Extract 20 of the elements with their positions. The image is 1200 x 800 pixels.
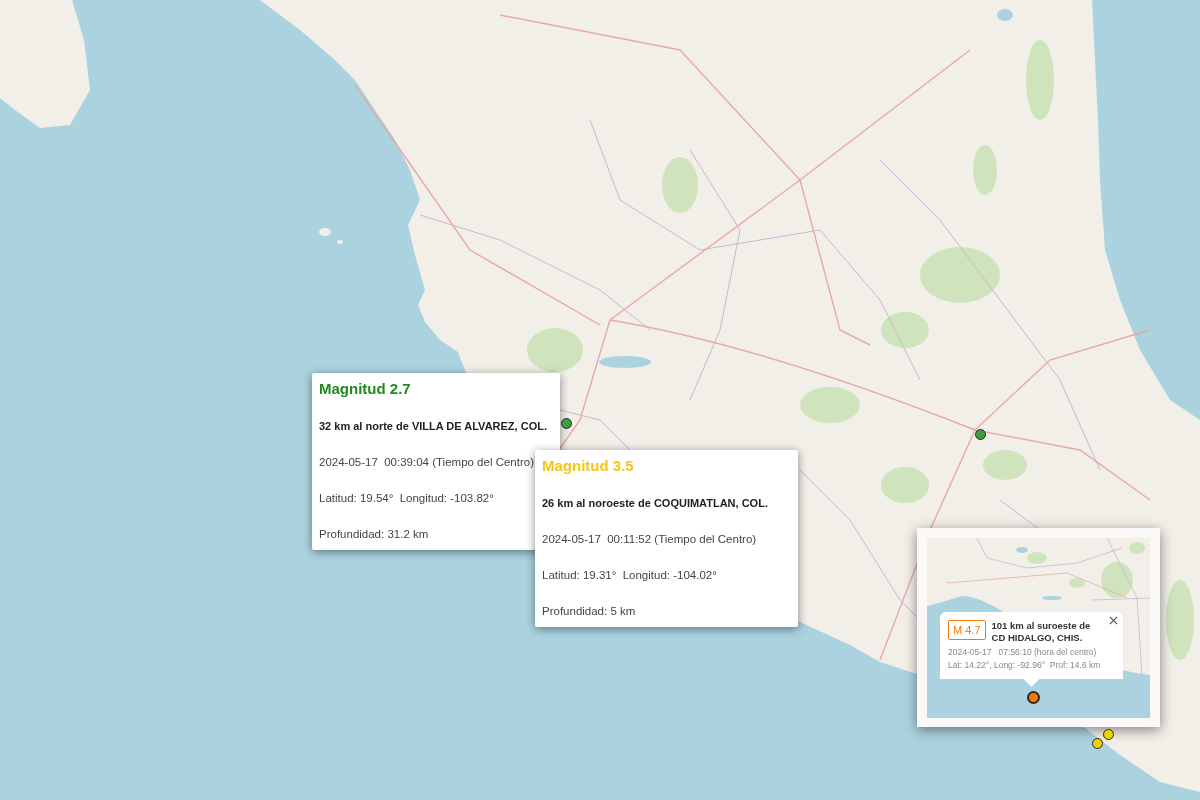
marker-icon[interactable] — [1103, 729, 1114, 740]
marker-icon[interactable] — [561, 418, 572, 429]
location-text: 26 km al noroeste de COQUIMATLAN, COL. — [542, 496, 768, 511]
close-button[interactable] — [1108, 615, 1119, 626]
date-time-text: 2024-05-17 00:39:04 (Tiempo del Centro) — [319, 455, 534, 470]
magnitude-title: Magnitud 3.5 — [542, 456, 634, 476]
magnitude-badge: M 4.7 — [948, 620, 986, 640]
marker-icon[interactable] — [975, 429, 986, 440]
location-text: 32 km al norte de VILLA DE ALVAREZ, COL. — [319, 419, 547, 434]
coordinates-text: Latitud: 19.54° Longitud: -103.82° — [319, 491, 494, 506]
close-icon — [1109, 616, 1118, 625]
location-text: 101 km al suroeste de CD HIDALGO, CHIS. — [991, 620, 1092, 644]
depth-text: Profundidad: 5 km — [542, 604, 636, 619]
details-text: Lat: 14.22°, Long: -92.96° Prof: 14.6 km — [948, 659, 1101, 672]
date-time-text: 2024-05-17 07:56:10 (hora del centro) — [948, 646, 1097, 659]
coordinates-text: Latitud: 19.31° Longitud: -104.02° — [542, 568, 717, 583]
magnitude-title: Magnitud 2.7 — [319, 379, 411, 399]
date-time-text: 2024-05-17 00:11:52 (Tiempo del Centro) — [542, 532, 757, 547]
marker-icon[interactable] — [1092, 738, 1103, 749]
depth-text: Profundidad: 31.2 km — [319, 527, 429, 542]
